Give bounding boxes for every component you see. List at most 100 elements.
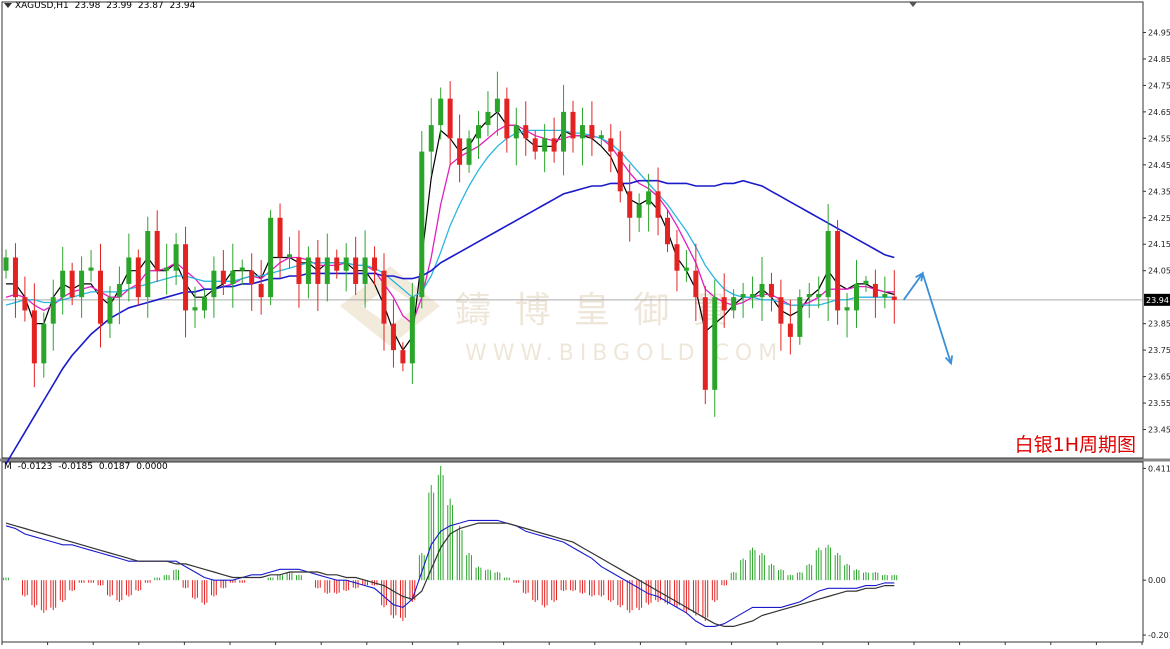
candle-body	[523, 125, 529, 139]
candle-body	[381, 270, 387, 324]
candle-body	[721, 297, 727, 311]
candle-body	[258, 283, 264, 298]
candle-body	[787, 323, 793, 337]
candle-body	[305, 257, 311, 284]
candle-body	[88, 267, 94, 271]
candle-body	[504, 98, 510, 139]
candle-body	[646, 191, 652, 205]
candle-body	[60, 270, 66, 298]
candle-body	[457, 138, 463, 165]
candle-body	[324, 257, 330, 284]
y-tick-label: 24.35	[1148, 187, 1170, 196]
candle-body	[135, 257, 141, 298]
macd-value-3: 0.0187	[98, 462, 131, 472]
candle-body	[532, 138, 538, 152]
candle-body	[863, 280, 869, 284]
candle-body	[768, 283, 774, 298]
candle-body	[211, 270, 217, 298]
candle-body	[41, 323, 47, 364]
candle-body	[561, 111, 567, 152]
candle-body	[825, 231, 831, 298]
candle	[835, 219, 841, 325]
macd-y-tick-label: 0.4112	[1148, 464, 1170, 473]
candle	[268, 209, 274, 306]
candle-body	[485, 111, 491, 126]
chart-root: 鑄 博 皇 御 貴 WWW.BIBGOLD.COM 24.95 24.85 24.7…	[0, 0, 1170, 645]
candle-body	[778, 297, 784, 324]
candle-body	[447, 98, 453, 139]
candle-body	[183, 244, 189, 311]
y-tick-label: 24.45	[1148, 161, 1170, 170]
y-tick-label: 23.75	[1148, 346, 1170, 355]
chart-header: XAGUSD,H1 23.98 23.99 23.87 23.94	[4, 1, 198, 11]
y-tick-label: 23.85	[1148, 320, 1170, 329]
low-value: 23.87	[137, 1, 164, 11]
macd-header: M -0.0123 -0.0185 0.0187 0.0000	[4, 462, 171, 472]
candle-body	[712, 297, 718, 390]
candle-body	[438, 98, 444, 126]
candle-body	[797, 297, 803, 337]
candle-body	[816, 294, 822, 298]
candle-body	[589, 125, 595, 139]
candle-body	[220, 270, 226, 284]
candle-body	[579, 125, 585, 139]
candle	[419, 130, 425, 309]
candle-body	[891, 296, 897, 300]
candle-body	[390, 323, 396, 351]
open-value: 23.98	[74, 1, 101, 11]
candle-body	[835, 231, 841, 311]
collapse-triangle-icon[interactable]	[4, 3, 12, 8]
candle-body	[249, 270, 255, 284]
candle-body	[79, 270, 85, 298]
candle-body	[315, 257, 321, 284]
candle-body	[844, 307, 850, 311]
candle-body	[693, 270, 699, 298]
candle-body	[740, 294, 746, 298]
period-title: 白银1H周期图	[1014, 434, 1136, 456]
candle-body	[173, 244, 179, 271]
y-tick-label: 24.05	[1148, 267, 1170, 276]
candle-body	[145, 231, 151, 298]
candle-body	[627, 191, 633, 218]
candle-body	[372, 257, 378, 271]
y-tick-label: 23.45	[1148, 426, 1170, 435]
candle-body	[598, 135, 604, 139]
candle	[797, 289, 803, 345]
y-tick-label: 24.15	[1148, 240, 1170, 249]
macd-value-4: 0.0000	[136, 462, 168, 472]
y-tick-label: 24.95	[1148, 28, 1170, 37]
candle-body	[428, 125, 434, 152]
close-value: 23.94	[169, 1, 196, 11]
chart-canvas[interactable]: 鑄 博 皇 御 貴 WWW.BIBGOLD.COM 24.95 24.85 24.7…	[0, 0, 1170, 645]
candle-body	[542, 138, 548, 152]
candle-body	[409, 297, 415, 364]
main-panel-frame	[1, 1, 1144, 459]
candle-body	[50, 297, 56, 324]
candle-body	[476, 125, 481, 139]
y-tick-label: 24.65	[1148, 108, 1170, 117]
candle-body	[551, 138, 557, 152]
candle-body	[230, 270, 236, 284]
symbol-label: XAGUSD,H1	[15, 1, 69, 11]
candle-body	[419, 151, 425, 298]
y-tick-label: 23.55	[1148, 399, 1170, 408]
y-tick-label: 23.65	[1148, 373, 1170, 382]
macd-value-2: -0.0185	[58, 462, 94, 472]
candle-body	[287, 254, 292, 258]
candle	[702, 286, 708, 405]
candle-body	[268, 217, 274, 298]
macd-y-tick-label: 0.00	[1148, 576, 1166, 585]
current-price-label: 23.94	[1146, 296, 1169, 305]
candle-body	[69, 270, 75, 298]
candle-body	[362, 257, 368, 284]
candle-body	[750, 294, 756, 298]
candle-body	[665, 217, 670, 245]
candle-body	[854, 283, 859, 311]
watermark-cn: 鑄 博 皇 御 貴	[455, 290, 735, 331]
candle-body	[759, 283, 765, 298]
candle-body	[683, 267, 689, 271]
candle-body	[126, 257, 132, 284]
y-tick-label: 24.75	[1148, 81, 1170, 90]
candle-body	[608, 138, 614, 152]
candle-body	[617, 151, 623, 192]
